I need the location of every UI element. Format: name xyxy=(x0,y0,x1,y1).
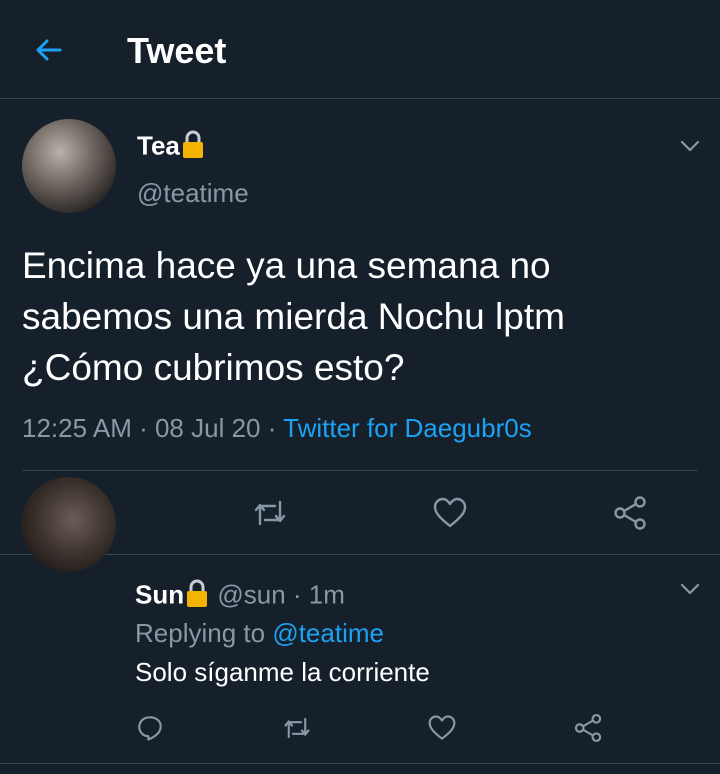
tweet-text: Encima hace ya una semana no sabemos una… xyxy=(22,240,702,393)
replying-label: Replying to xyxy=(135,618,273,648)
divider xyxy=(0,763,720,764)
like-button[interactable] xyxy=(429,492,471,534)
separator: · xyxy=(260,413,284,443)
author-name-text: Tea xyxy=(137,130,180,161)
reply-avatar[interactable] xyxy=(21,477,116,572)
lock-icon xyxy=(184,578,210,615)
main-tweet: Tea @teatime Encima hace ya una semana n… xyxy=(0,99,720,555)
top-bar: Tweet xyxy=(0,0,720,99)
author-handle[interactable]: @teatime xyxy=(137,178,249,209)
reply-author-handle[interactable]: @sun xyxy=(217,579,285,609)
heart-icon xyxy=(433,497,467,528)
arrow-left-icon xyxy=(36,39,62,61)
avatar[interactable] xyxy=(22,119,116,213)
reply-text: Solo síganme la corriente xyxy=(135,657,430,687)
reply-author-name[interactable]: Sun xyxy=(135,579,184,609)
tweet-text-line: sabemos una mierda Nochu lptm xyxy=(22,296,565,337)
tweet-date: 08 Jul 20 xyxy=(154,413,261,443)
chevron-down-icon[interactable] xyxy=(679,578,701,600)
comment-icon xyxy=(138,716,162,741)
separator: · xyxy=(131,413,155,443)
divider xyxy=(22,470,698,471)
share-button[interactable] xyxy=(609,492,651,534)
reply-button[interactable] xyxy=(132,710,168,746)
heart-icon xyxy=(428,715,456,740)
mention-link[interactable]: @teatime xyxy=(272,618,384,648)
tweet-text-line: Encima hace ya una semana no xyxy=(22,245,551,286)
share-button[interactable] xyxy=(570,710,606,746)
replying-to: Replying to @teatime xyxy=(135,618,384,649)
share-icon xyxy=(574,714,602,742)
reply-time: 1m xyxy=(308,579,345,610)
page-title: Tweet xyxy=(127,30,227,71)
tweet-meta: 12:25 AM · 08 Jul 20 · Twitter for Daegu… xyxy=(22,413,532,444)
separator: · xyxy=(285,579,309,610)
like-button[interactable] xyxy=(424,710,460,746)
tweet-time: 12:25 AM xyxy=(22,413,132,443)
retweet-icon xyxy=(254,500,286,526)
chevron-down-icon[interactable] xyxy=(679,135,701,157)
tweet-text-line: ¿Cómo cubrimos esto? xyxy=(22,347,405,388)
retweet-button[interactable] xyxy=(279,710,315,746)
retweet-icon xyxy=(284,717,310,739)
retweet-button[interactable] xyxy=(249,492,291,534)
author-name[interactable]: Tea xyxy=(137,129,206,166)
share-icon xyxy=(614,496,646,530)
tweet-client-link[interactable]: Twitter for Daegubr0s xyxy=(283,413,532,443)
lock-icon xyxy=(180,129,206,166)
back-button[interactable] xyxy=(30,32,66,68)
reply-header: Sun @sun · 1m xyxy=(135,578,345,615)
